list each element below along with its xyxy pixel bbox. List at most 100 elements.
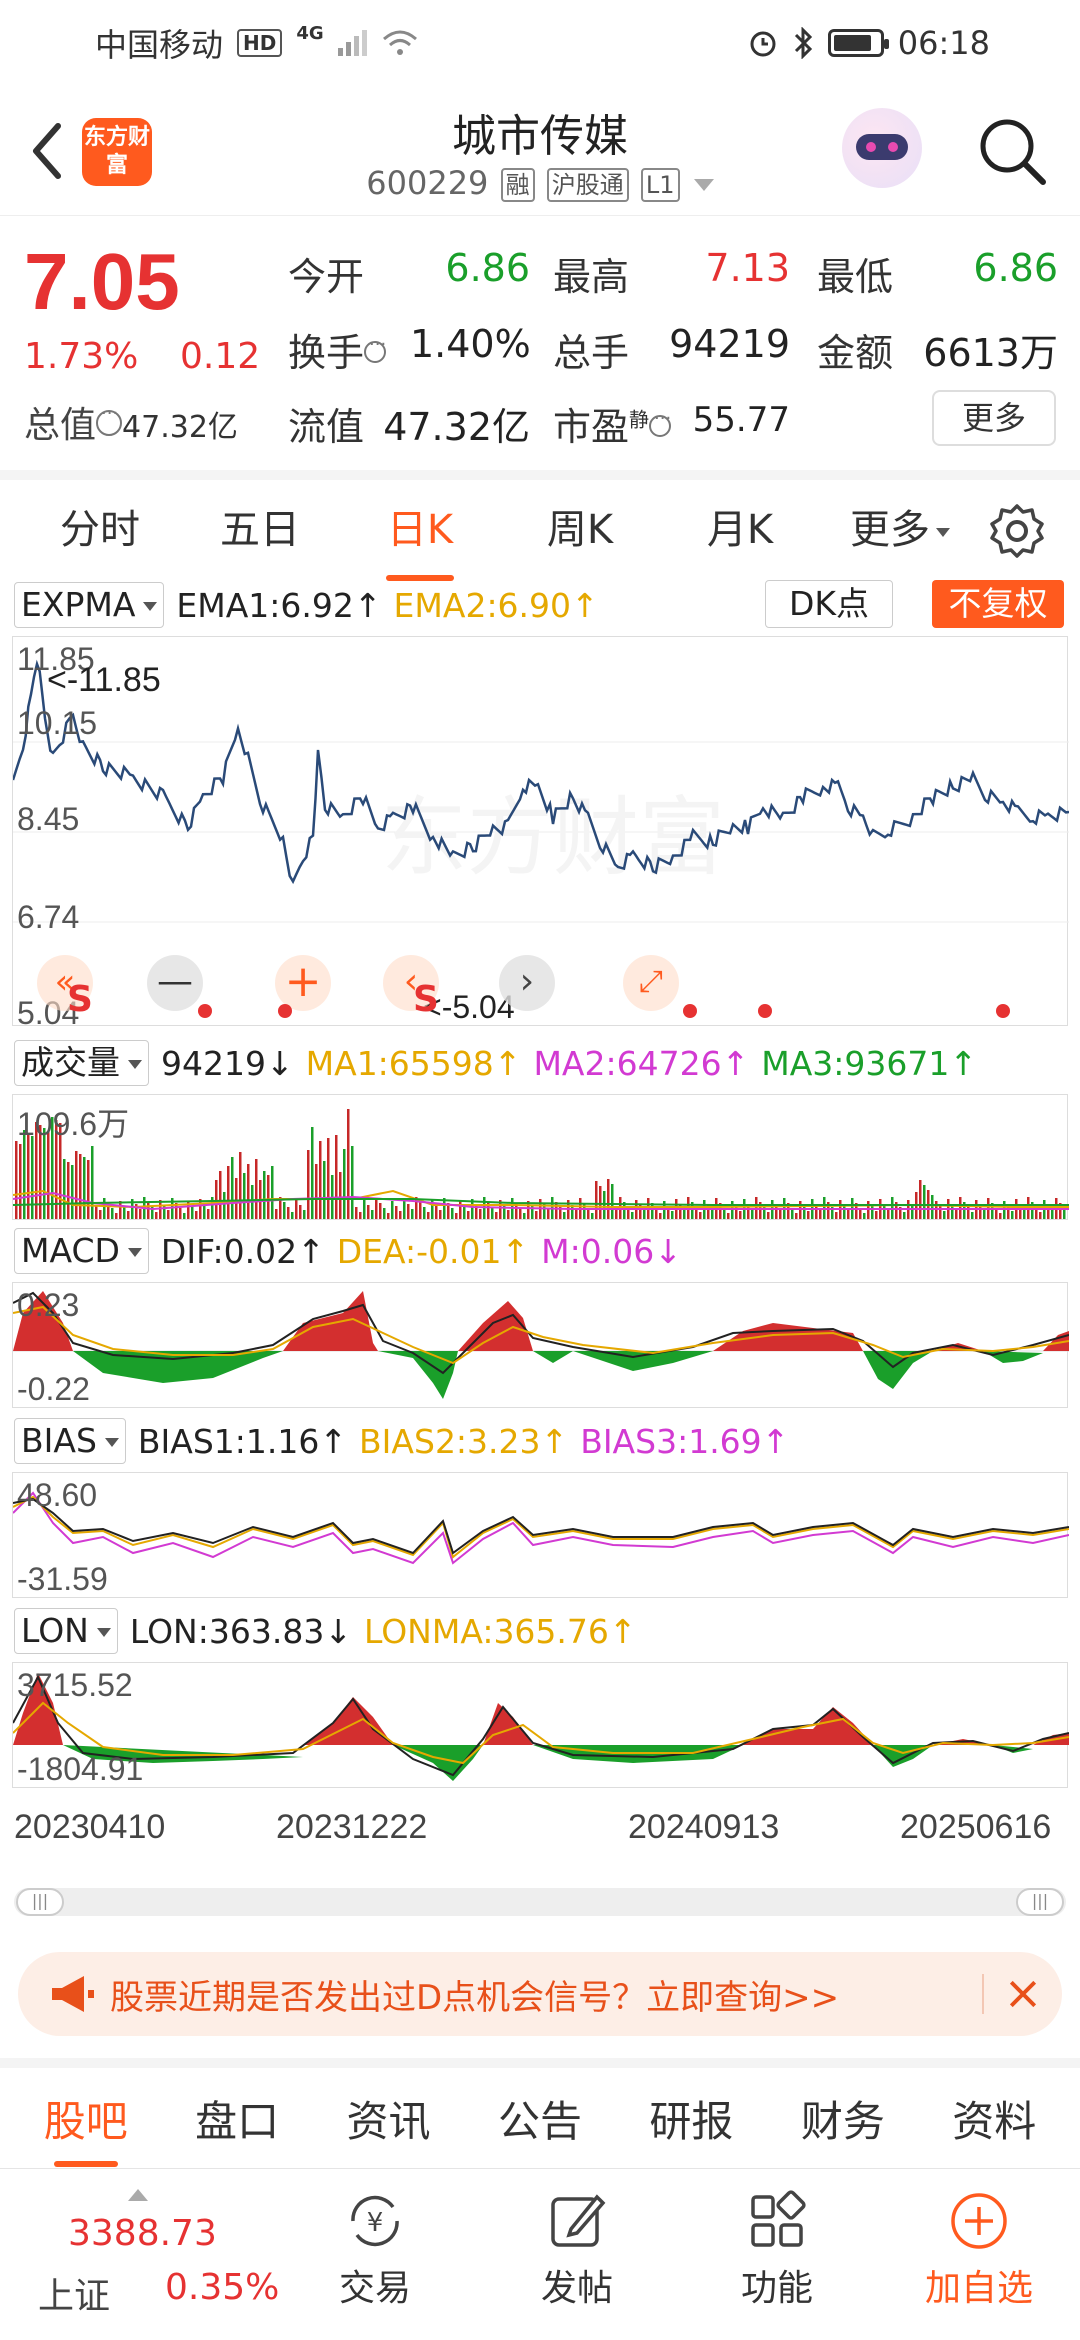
tab-announcements[interactable]: 公告	[498, 2088, 582, 2149]
range-handle-left[interactable]: |||	[16, 1888, 64, 1916]
zoom-in-button[interactable]: +	[275, 955, 331, 1011]
macd-selector[interactable]: MACD	[14, 1228, 149, 1274]
wifi-icon	[382, 30, 417, 55]
tab-research[interactable]: 研报	[649, 2088, 733, 2149]
lon-chart[interactable]: 3715.52 -1804.91	[12, 1662, 1069, 1788]
volume-chart[interactable]: 109.6万	[12, 1094, 1069, 1220]
tab-intraday[interactable]: 分时	[20, 497, 180, 555]
stock-code-row: 600229 融 沪股通 L1	[0, 164, 1080, 202]
nav-post[interactable]: 发帖	[502, 2189, 652, 2311]
volume-bar	[1007, 1206, 1010, 1219]
nav-trade-label: 交易	[338, 2268, 411, 2309]
volume-bar	[911, 1205, 914, 1219]
signal-icon	[337, 30, 367, 56]
info-icon[interactable]	[96, 398, 123, 436]
battery-icon	[827, 29, 889, 57]
hd-badge: HD	[237, 29, 283, 57]
stat-value: 6613万	[923, 331, 1058, 375]
banner-text[interactable]: 股票近期是否发出过D点机会信号？立即查询>>	[110, 1970, 982, 2019]
volume-legend: 成交量 94219↓ MA1:65598↑ MA2:64726↑ MA3:936…	[0, 1038, 1080, 1088]
nav-add-watchlist[interactable]: 加自选	[904, 2189, 1054, 2311]
macd-chart[interactable]: 0.23 -0.22	[12, 1282, 1069, 1408]
volume-bar	[983, 1210, 986, 1219]
adjust-toggle-button[interactable]: 不复权	[932, 580, 1064, 628]
ema1-value: EMA1:6.92↑	[176, 585, 382, 625]
tab-finance[interactable]: 财务	[801, 2088, 885, 2149]
trade-yen-icon: ¥	[351, 2195, 399, 2247]
bias-legend: BIAS BIAS1:1.16↑ BIAS2:3.23↑ BIAS3:1.69↑	[0, 1416, 1080, 1466]
volume-bar	[751, 1209, 754, 1219]
expma-selector[interactable]: EXPMA	[14, 582, 165, 628]
tag-level[interactable]: L1	[640, 168, 680, 202]
info-icon[interactable]	[364, 329, 386, 363]
volume-bar	[887, 1209, 890, 1219]
volume-bar	[311, 1127, 314, 1219]
volume-bar	[383, 1208, 386, 1219]
volume-bar	[123, 1206, 126, 1219]
more-button[interactable]: 更多	[932, 390, 1056, 446]
gear-icon[interactable]	[988, 502, 1046, 560]
volume-bar	[95, 1205, 98, 1219]
close-icon[interactable]	[982, 1974, 1062, 2014]
lon-selector[interactable]: LON	[14, 1608, 118, 1654]
volume-bar	[31, 1136, 34, 1219]
volume-bar	[659, 1213, 662, 1219]
volume-bar	[99, 1210, 102, 1219]
volume-bar	[347, 1109, 350, 1219]
bias-chart[interactable]: 48.60 -31.59	[12, 1472, 1069, 1598]
total-value[interactable]: 总值 47.32亿	[24, 396, 238, 448]
info-icon[interactable]	[649, 403, 671, 437]
tab-news[interactable]: 资讯	[347, 2088, 431, 2149]
search-icon[interactable]	[975, 114, 1049, 188]
robot-assistant-icon[interactable]	[842, 108, 922, 188]
volume-bar	[455, 1213, 458, 1219]
tab-five-day[interactable]: 五日	[180, 497, 340, 555]
volume-bar	[919, 1180, 922, 1219]
bluetooth-icon	[794, 27, 812, 59]
nav-trade[interactable]: ¥ 交易	[300, 2189, 450, 2311]
fullscreen-icon[interactable]: ⤢	[623, 955, 679, 1011]
tab-weekly-k[interactable]: 周K	[500, 497, 660, 555]
volume-bar	[463, 1206, 466, 1219]
volume-bar	[599, 1186, 602, 1219]
dk-point-button[interactable]: DK点	[765, 580, 893, 628]
tab-monthly-k[interactable]: 月K	[660, 497, 820, 555]
volume-bar	[611, 1184, 614, 1219]
volume-bar	[275, 1209, 278, 1219]
promo-banner[interactable]: 股票近期是否发出过D点机会信号？立即查询>>	[18, 1952, 1062, 2036]
volume-bar	[183, 1213, 186, 1219]
stat-value: 1.40%	[410, 322, 531, 366]
scroll-right-button[interactable]: ›	[499, 955, 555, 1011]
range-handle-right[interactable]: |||	[1016, 1888, 1064, 1916]
volume-bar	[167, 1210, 170, 1219]
range-scrollbar[interactable]: ||| |||	[14, 1888, 1066, 1916]
volume-bar	[519, 1208, 522, 1219]
clock: 06:18	[897, 24, 990, 62]
bias-selector[interactable]: BIAS	[14, 1418, 126, 1464]
volume-bar	[1023, 1209, 1026, 1219]
stat-value: 6.86	[445, 246, 530, 290]
price-chart[interactable]: 东方财富 11.85 10.15 8.45 6.74 5.04 <-11.85 …	[12, 636, 1069, 1031]
bias3-value: BIAS3:1.69↑	[580, 1421, 790, 1461]
volume-bar	[399, 1211, 402, 1219]
volume-bar	[339, 1172, 342, 1219]
price-tick-label: 8.45	[17, 801, 80, 837]
tab-more[interactable]: 更多	[820, 497, 980, 555]
macd-legend: MACD DIF:0.02↑ DEA:-0.01↑ M:0.06↓	[0, 1226, 1080, 1276]
tab-orderbook[interactable]: 盘口	[195, 2088, 279, 2149]
zoom-out-button[interactable]: —	[147, 955, 203, 1011]
chevron-down-icon[interactable]	[693, 179, 714, 191]
app-header: 东方财富 城市传媒 600229 融 沪股通 L1	[0, 86, 1080, 216]
alarm-icon	[750, 31, 776, 57]
tab-profile[interactable]: 资料	[952, 2088, 1036, 2149]
tab-forum[interactable]: 股吧	[44, 2088, 128, 2167]
volume-bar	[495, 1212, 498, 1219]
volume-bar	[835, 1212, 838, 1219]
m-value: M:0.06↓	[541, 1231, 682, 1271]
tab-daily-k[interactable]: 日K	[340, 497, 500, 581]
nav-functions[interactable]: 功能	[702, 2189, 852, 2311]
volume-bar	[955, 1209, 958, 1219]
volume-selector[interactable]: 成交量	[14, 1040, 149, 1086]
volume-bar	[547, 1209, 550, 1219]
volume-bar	[27, 1133, 30, 1219]
